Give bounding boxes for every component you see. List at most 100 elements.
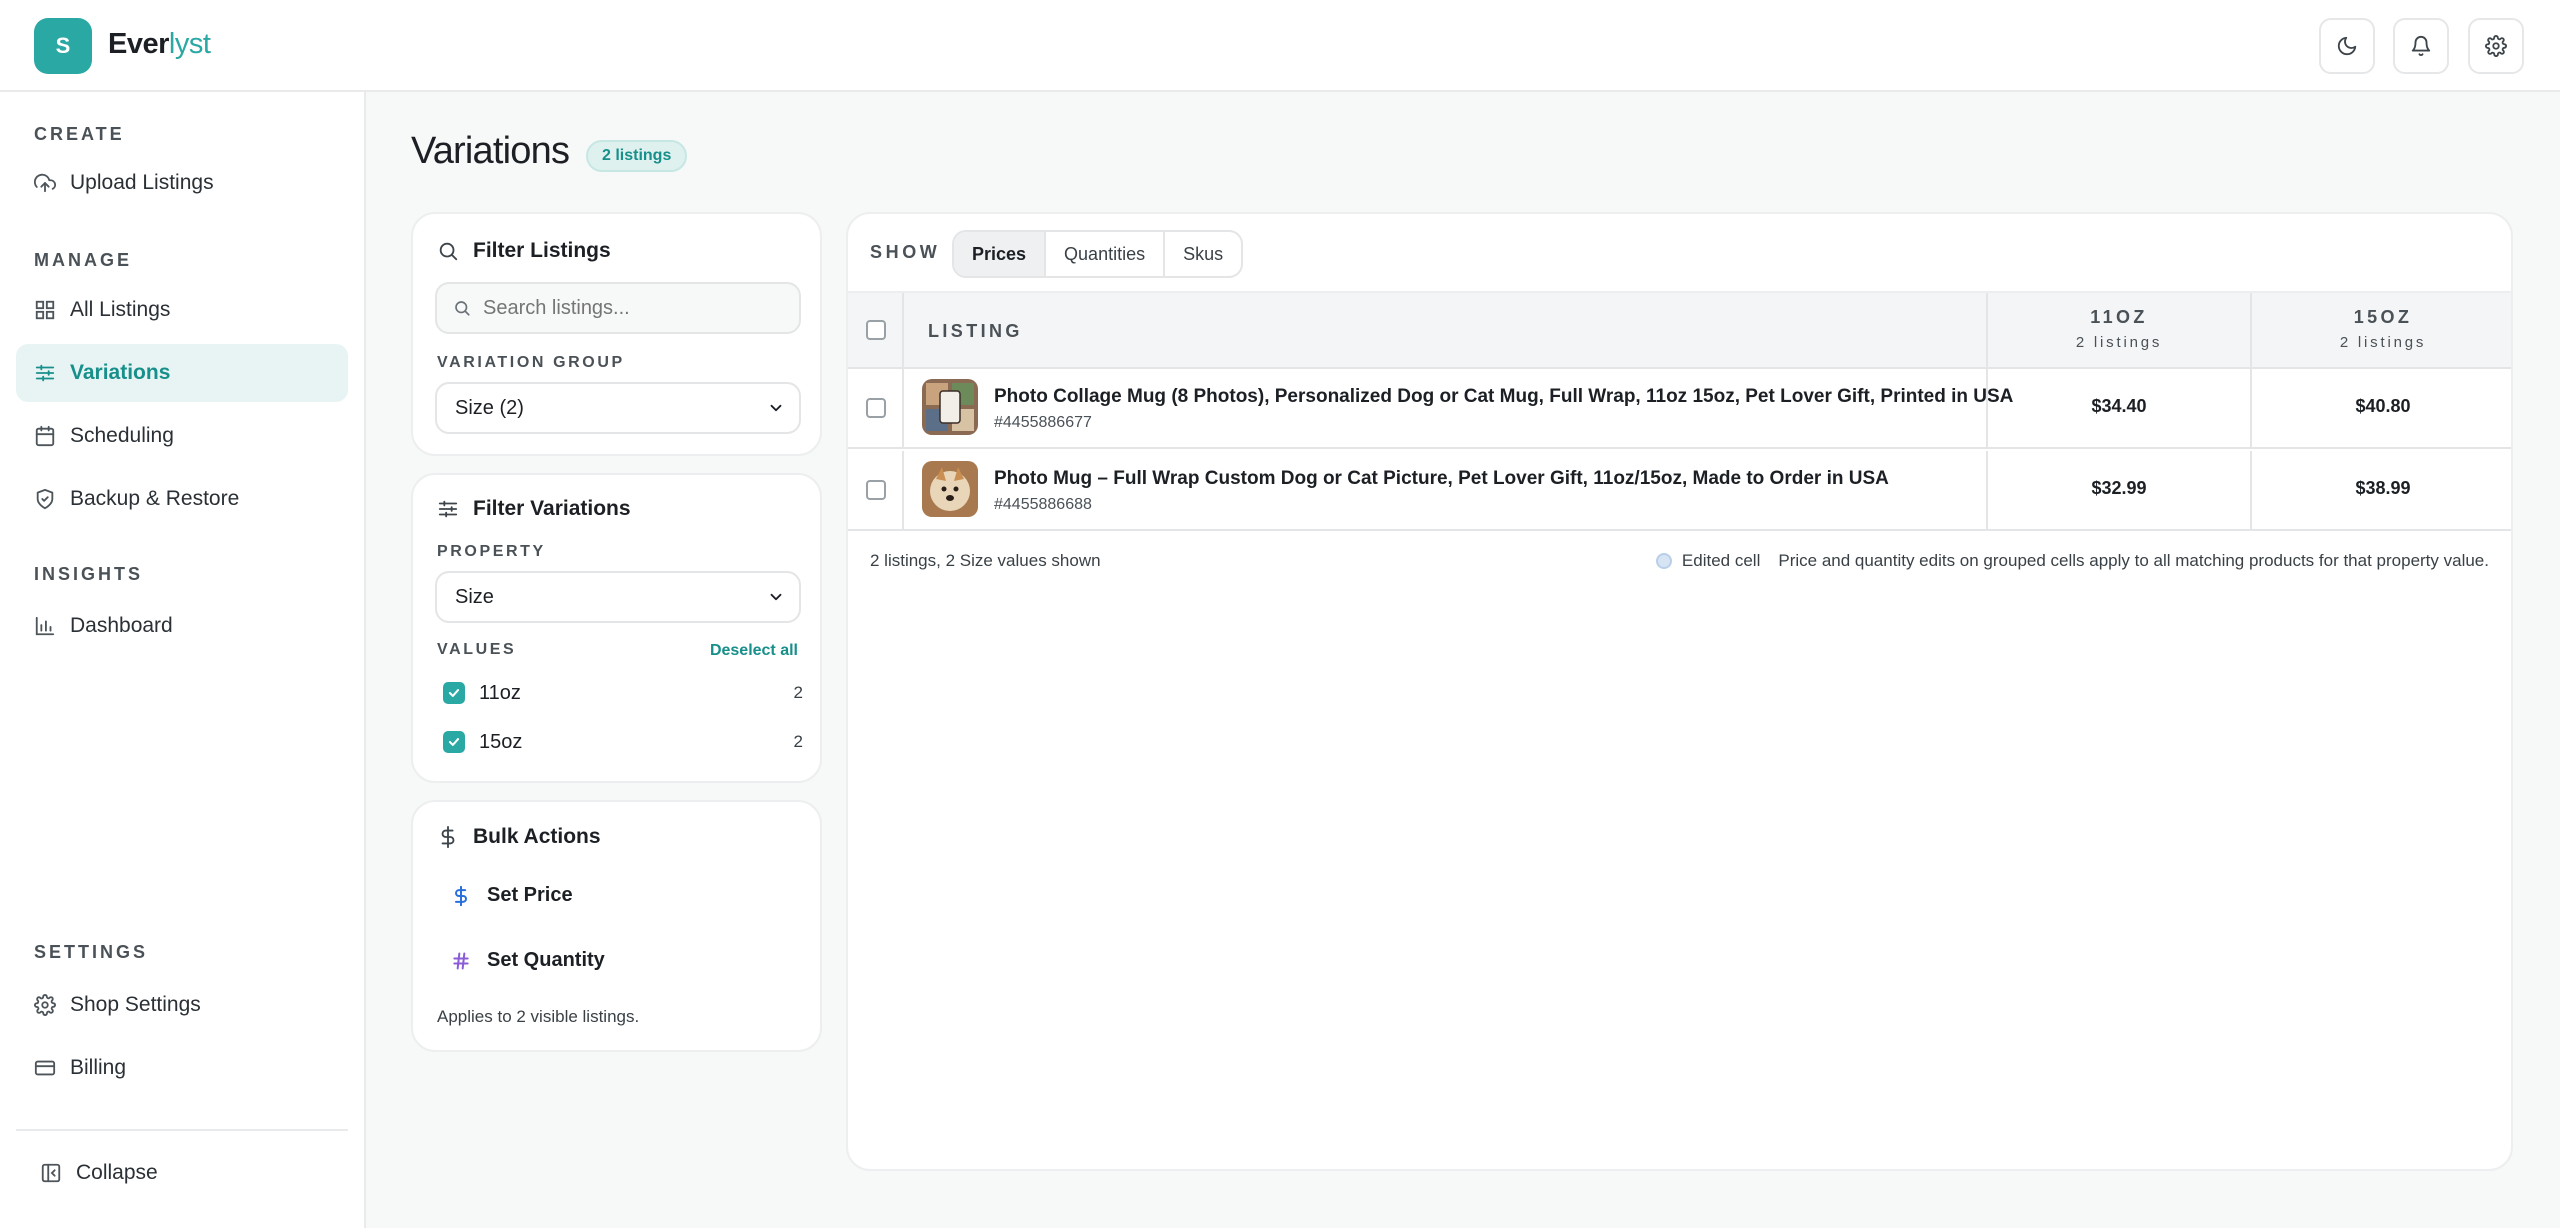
brand-logo[interactable]: Everlyst: [108, 28, 211, 61]
credit-card-icon: [34, 1060, 56, 1076]
set-price-button[interactable]: Set Price: [451, 884, 573, 907]
tab-skus[interactable]: Skus: [1165, 232, 1241, 276]
filter-listings-header: Filter Listings: [437, 239, 611, 263]
bulk-actions-card: Bulk Actions Set Price Set Quantity Appl…: [411, 800, 822, 1052]
show-segmented-control: Prices Quantities Skus: [952, 230, 1244, 278]
grid-icon: [35, 300, 55, 320]
checkbox-checked[interactable]: [443, 682, 465, 704]
sidebar-item-label: Billing: [70, 1056, 127, 1079]
shop-avatar[interactable]: S: [34, 18, 92, 74]
sliders-icon: [438, 500, 458, 518]
filter-listings-title: Filter Listings: [473, 239, 611, 262]
chevron-down-icon: [770, 404, 782, 412]
filter-variations-title: Filter Variations: [473, 497, 631, 520]
edited-cell-swatch: [1655, 553, 1672, 569]
table-row[interactable]: Photo Collage Mug (8 Photos), Personaliz…: [848, 369, 2511, 449]
page-title: Variations: [411, 130, 570, 172]
check-icon: [448, 738, 460, 746]
column-divider: [902, 451, 904, 531]
property-select[interactable]: Size: [435, 571, 801, 623]
table-summary: 2 listings, 2 Size values shown: [870, 551, 1101, 570]
listing-title[interactable]: Photo Collage Mug (8 Photos), Personaliz…: [994, 386, 2013, 408]
filter-listings-card: Filter Listings VARIATION GROUP Size (2): [411, 212, 822, 456]
top-header: S Everlyst: [0, 0, 2560, 92]
table-legend: Edited cell Price and quantity edits on …: [1655, 551, 2489, 571]
search-icon: [439, 242, 458, 261]
property-label: PROPERTY: [437, 543, 546, 560]
select-all-checkbox[interactable]: [866, 320, 886, 340]
sidebar-item-scheduling[interactable]: Scheduling: [16, 407, 348, 465]
sidebar-item-all-listings[interactable]: All Listings: [16, 281, 348, 339]
sidebar-item-variations[interactable]: Variations: [16, 344, 348, 402]
sidebar-item-label: Scheduling: [70, 424, 174, 447]
sidebar-collapse-icon: [41, 1163, 61, 1183]
value-label: 11oz: [479, 681, 521, 704]
price-cell[interactable]: $40.80: [2252, 396, 2511, 417]
listing-thumbnail: [922, 461, 978, 517]
value-count: 2: [793, 732, 803, 751]
set-quantity-button[interactable]: Set Quantity: [451, 949, 605, 972]
price-cell[interactable]: $34.40: [1988, 396, 2250, 417]
theme-toggle-button[interactable]: [2319, 18, 2375, 74]
search-input[interactable]: [483, 296, 783, 320]
listings-count-badge: 2 listings: [586, 140, 688, 172]
value-option-11oz[interactable]: 11oz 2: [443, 678, 803, 708]
bulk-actions-note: Applies to 2 visible listings.: [437, 1007, 640, 1026]
sidebar-item-shop-settings[interactable]: Shop Settings: [16, 976, 348, 1034]
checkbox-checked[interactable]: [443, 731, 465, 753]
variations-table-card: SHOW Prices Quantities Skus LISTING 11OZ…: [846, 212, 2513, 1171]
value-label: 15oz: [479, 730, 523, 753]
property-value: Size: [455, 585, 494, 608]
price-cell[interactable]: $32.99: [1988, 478, 2250, 499]
table-row[interactable]: Photo Mug – Full Wrap Custom Dog or Cat …: [848, 451, 2511, 531]
sidebar-item-label: Variations: [70, 361, 171, 384]
sidebar-item-label: Upload Listings: [70, 171, 214, 194]
column-title: 15OZ: [2353, 307, 2413, 327]
table-header: LISTING 11OZ 2 listings 15OZ 2 listings: [848, 291, 2511, 369]
variation-group-select[interactable]: Size (2): [435, 382, 801, 434]
collapse-sidebar-button[interactable]: Collapse: [16, 1144, 348, 1202]
search-listings-field[interactable]: [435, 282, 801, 334]
column-header-listing: LISTING: [928, 321, 1023, 341]
column-header-15oz[interactable]: 15OZ 2 listings: [2252, 307, 2511, 351]
bell-icon: [2411, 36, 2431, 57]
upload-cloud-icon: [34, 173, 56, 193]
bulk-actions-header: Bulk Actions: [437, 825, 601, 849]
value-count: 2: [793, 683, 803, 702]
tab-prices[interactable]: Prices: [954, 232, 1047, 276]
value-option-15oz[interactable]: 15oz 2: [443, 727, 803, 757]
sidebar-item-backup-restore[interactable]: Backup & Restore: [16, 470, 348, 528]
sidebar-item-label: Dashboard: [70, 614, 173, 637]
sidebar-section-settings: SETTINGS: [34, 942, 149, 962]
hash-icon: [453, 952, 469, 969]
sidebar-item-upload-listings[interactable]: Upload Listings: [16, 154, 348, 212]
check-icon: [448, 689, 460, 697]
shield-icon: [36, 488, 54, 510]
listing-thumbnail: [922, 379, 978, 435]
column-subtitle: 2 listings: [2339, 334, 2427, 351]
bulk-actions-title: Bulk Actions: [473, 825, 601, 848]
calendar-icon: [35, 425, 55, 447]
listing-id: #4455886688: [994, 496, 1092, 513]
filter-variations-header: Filter Variations: [437, 497, 631, 521]
row-checkbox[interactable]: [866, 398, 886, 418]
notifications-button[interactable]: [2393, 18, 2449, 74]
row-checkbox[interactable]: [866, 480, 886, 500]
price-cell[interactable]: $38.99: [2252, 478, 2511, 499]
chevron-down-icon: [770, 593, 782, 601]
sidebar-section-manage: MANAGE: [34, 250, 132, 270]
listing-title[interactable]: Photo Mug – Full Wrap Custom Dog or Cat …: [994, 468, 1889, 490]
set-price-label: Set Price: [487, 884, 573, 906]
dollar-icon: [455, 885, 467, 906]
brand-name: Ever: [108, 28, 169, 60]
filter-variations-card: Filter Variations PROPERTY Size VALUES D…: [411, 473, 822, 783]
sidebar-item-billing[interactable]: Billing: [16, 1039, 348, 1097]
column-header-11oz[interactable]: 11OZ 2 listings: [1988, 307, 2250, 351]
deselect-all-link[interactable]: Deselect all: [710, 642, 798, 660]
settings-button[interactable]: [2468, 18, 2524, 74]
sidebar-item-dashboard[interactable]: Dashboard: [16, 597, 348, 655]
gear-icon: [34, 994, 56, 1016]
sidebar-section-insights: INSIGHTS: [34, 564, 144, 584]
dollar-icon: [441, 826, 455, 848]
tab-quantities[interactable]: Quantities: [1046, 232, 1166, 276]
